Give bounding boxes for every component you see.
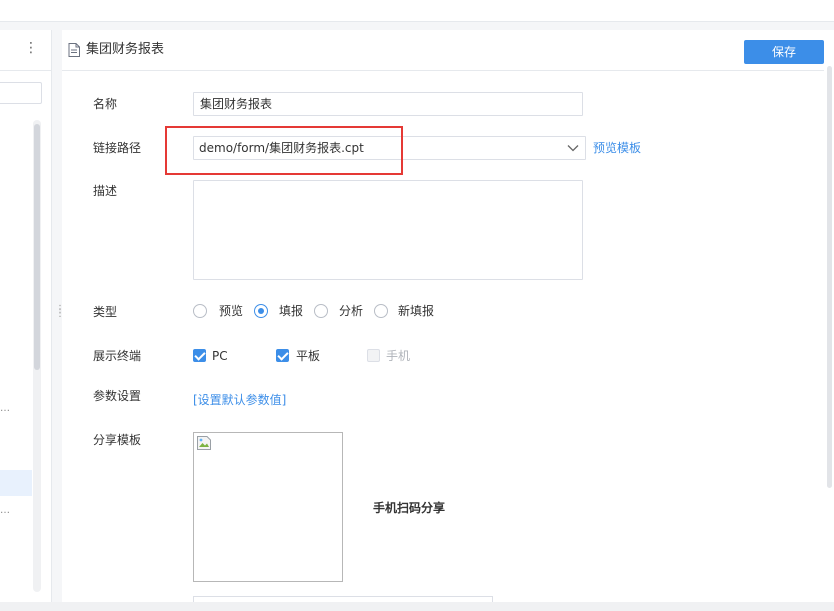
panel-header: 集团财务报表 保存 — [62, 30, 834, 71]
main-scrollbar-thumb[interactable] — [827, 66, 832, 488]
qr-code-image — [193, 432, 343, 582]
checkbox-label: 手机 — [386, 349, 411, 363]
checkbox-mobile — [367, 349, 380, 362]
left-panel: ⋮ … … — [0, 30, 52, 602]
search-input[interactable] — [0, 82, 42, 104]
radio-label: 填报 — [279, 304, 304, 318]
preview-template-link[interactable]: 预览模板 — [593, 140, 641, 156]
divider — [0, 70, 52, 71]
radio-label: 新填报 — [398, 304, 435, 318]
page-title: 集团财务报表 — [86, 42, 165, 57]
tree-item-truncated[interactable]: … — [0, 404, 10, 414]
description-label: 描述 — [93, 184, 118, 198]
top-bar — [0, 0, 834, 22]
bottom-bar — [0, 602, 834, 611]
checkbox-label: 平板 — [296, 349, 321, 363]
main-panel: 集团财务报表 保存 名称 集团财务报表 链接路径 demo/form/集团财务报… — [62, 30, 834, 611]
radio-new-fill[interactable] — [374, 304, 388, 318]
radio-preview[interactable] — [193, 304, 207, 318]
type-label: 类型 — [93, 305, 118, 319]
radio-label: 分析 — [339, 304, 364, 318]
name-label: 名称 — [93, 97, 118, 111]
path-label: 链接路径 — [93, 141, 142, 155]
tree-item-truncated[interactable]: … — [0, 506, 10, 516]
name-input[interactable]: 集团财务报表 — [193, 92, 583, 116]
qr-caption: 手机扫码分享 — [373, 501, 446, 515]
chevron-down-icon[interactable] — [567, 143, 579, 153]
share-label: 分享模板 — [93, 433, 142, 447]
checkbox-tablet[interactable] — [276, 349, 289, 362]
resize-handle-icon[interactable]: ⋮ ⋮ — [55, 305, 65, 324]
path-select[interactable]: demo/form/集团财务报表.cpt — [193, 136, 586, 160]
tree-item-selected[interactable] — [0, 470, 32, 496]
checkbox-pc[interactable] — [193, 349, 206, 362]
checkbox-label: PC — [212, 349, 228, 363]
param-label: 参数设置 — [93, 389, 142, 403]
path-value: demo/form/集团财务报表.cpt — [199, 141, 364, 155]
terminal-label: 展示终端 — [93, 349, 142, 363]
scrollbar-thumb[interactable] — [34, 124, 40, 370]
radio-label: 预览 — [219, 304, 244, 318]
radio-analysis[interactable] — [314, 304, 328, 318]
broken-image-icon — [197, 436, 211, 450]
description-textarea[interactable] — [193, 180, 583, 280]
save-button[interactable]: 保存 — [744, 40, 824, 64]
radio-fill[interactable] — [254, 304, 268, 318]
set-default-params-link[interactable]: [设置默认参数值] — [193, 392, 286, 408]
more-options-icon[interactable]: ⋮ — [24, 40, 38, 56]
document-icon — [68, 43, 80, 57]
